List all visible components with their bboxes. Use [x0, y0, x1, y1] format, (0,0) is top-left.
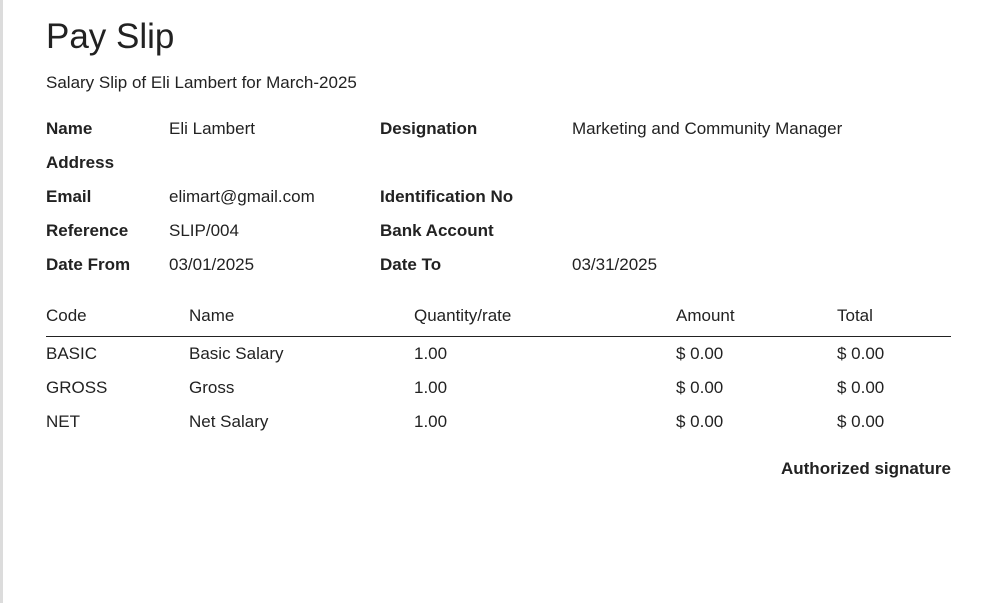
authorized-signature-label: Authorized signature	[780, 459, 951, 478]
info-row: Date From 03/01/2025 Date To 03/31/2025	[46, 255, 951, 289]
cell-code: NET	[46, 412, 80, 431]
info-label: Date From	[46, 255, 131, 274]
cell-total: $ 0.00	[837, 412, 885, 431]
info-label: Identification No	[380, 187, 514, 206]
table-header-row: Code Name Quantity/rate Amount Total	[46, 306, 951, 337]
info-value: SLIP/004	[169, 221, 239, 240]
info-label: Date To	[380, 255, 442, 274]
info-row: Name Eli Lambert Designation Marketing a…	[46, 119, 951, 153]
cell-quantity: 1.00	[414, 378, 448, 397]
cell-amount: $ 0.00	[676, 344, 724, 363]
table-row: NET Net Salary 1.00 $ 0.00 $ 0.00	[46, 405, 951, 439]
cell-quantity: 1.00	[414, 344, 448, 363]
table-header: Code Name Quantity/rate Amount Total	[46, 306, 951, 337]
info-label: Email	[46, 187, 92, 206]
column-header-amount: Amount	[676, 306, 837, 337]
cell-amount: $ 0.00	[676, 378, 724, 397]
info-value: 03/31/2025	[572, 255, 658, 274]
cell-name: Basic Salary	[189, 344, 284, 363]
column-header-code: Code	[46, 306, 189, 337]
page-title: Pay Slip	[46, 17, 175, 56]
left-border	[0, 0, 3, 603]
employee-info: Name Eli Lambert Designation Marketing a…	[46, 119, 951, 289]
cell-code: GROSS	[46, 378, 108, 397]
info-row: Email elimart@gmail.com Identification N…	[46, 187, 951, 221]
cell-name: Gross	[189, 378, 235, 397]
salary-lines-table: Code Name Quantity/rate Amount Total BAS…	[46, 306, 951, 439]
cell-quantity: 1.00	[414, 412, 448, 431]
info-label: Bank Account	[380, 221, 494, 240]
column-header-total: Total	[837, 306, 951, 337]
info-row: Address	[46, 153, 951, 187]
info-value: Marketing and Community Manager	[572, 119, 843, 138]
column-header-quantity: Quantity/rate	[414, 306, 676, 337]
cell-amount: $ 0.00	[676, 412, 724, 431]
column-header-name: Name	[189, 306, 414, 337]
info-label: Designation	[380, 119, 478, 138]
info-label: Address	[46, 153, 115, 172]
info-label: Reference	[46, 221, 129, 240]
info-value: elimart@gmail.com	[169, 187, 315, 206]
cell-total: $ 0.00	[837, 344, 885, 363]
cell-total: $ 0.00	[837, 378, 885, 397]
cell-name: Net Salary	[189, 412, 269, 431]
page-subtitle: Salary Slip of Eli Lambert for March-202…	[46, 73, 357, 92]
table-row: BASIC Basic Salary 1.00 $ 0.00 $ 0.00	[46, 337, 951, 372]
cell-code: BASIC	[46, 344, 98, 363]
info-row: Reference SLIP/004 Bank Account	[46, 221, 951, 255]
table-row: GROSS Gross 1.00 $ 0.00 $ 0.00	[46, 371, 951, 405]
info-value: Eli Lambert	[169, 119, 255, 138]
info-label: Name	[46, 119, 93, 138]
info-value: 03/01/2025	[169, 255, 255, 274]
